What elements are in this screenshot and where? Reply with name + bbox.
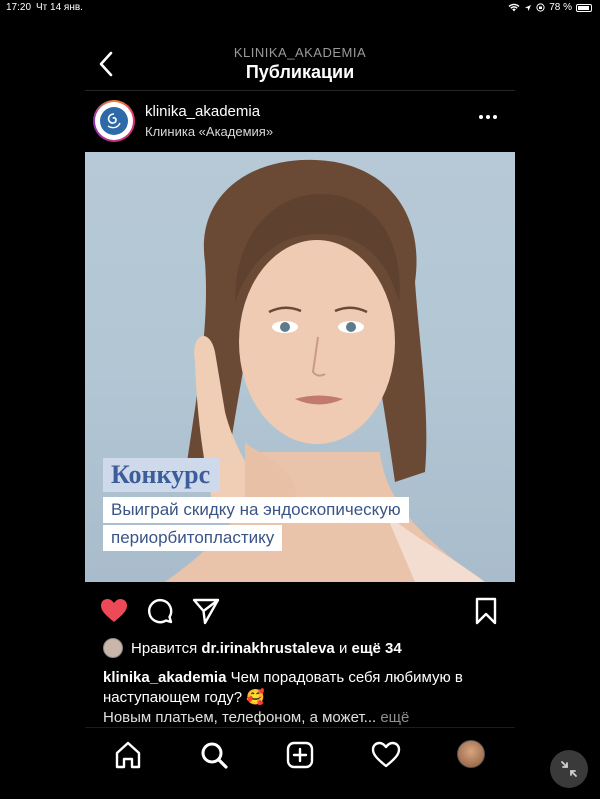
heart-icon[interactable] xyxy=(371,740,401,770)
heart-filled-icon[interactable] xyxy=(99,596,129,626)
page-title: Публикации xyxy=(245,62,355,82)
location-icon xyxy=(525,4,532,11)
banner-line-1: Выиграй скидку на эндоскопическую xyxy=(103,497,409,523)
status-indicators: 78 % xyxy=(508,2,592,13)
caption-username[interactable]: klinika_akademia xyxy=(103,669,226,686)
status-time: 17:20 xyxy=(6,2,32,13)
more-link[interactable]: ещё xyxy=(380,709,409,726)
likes-others[interactable]: ещё 34 xyxy=(352,640,402,657)
post-image[interactable]: Конкурс Выиграй скидку на эндоскопическу… xyxy=(85,152,515,582)
home-icon[interactable] xyxy=(113,740,143,770)
avatar[interactable] xyxy=(93,100,135,142)
post-location[interactable]: Клиника «Академия» xyxy=(145,124,273,139)
post-header: klinika_akademia Клиника «Академия» xyxy=(85,96,515,152)
send-icon[interactable] xyxy=(191,596,221,626)
wifi-icon xyxy=(508,3,520,12)
likes-text: Нравится dr.irinakhrustaleva и ещё 34 xyxy=(131,639,402,657)
status-date: Чт 14 янв. xyxy=(36,2,83,13)
liker-avatar xyxy=(103,638,123,658)
post-actions xyxy=(85,592,515,628)
header-divider xyxy=(85,90,515,91)
banner-title: Конкурс xyxy=(103,458,221,492)
battery-icon xyxy=(576,3,592,12)
caption-more-text: Новым платьем, телефоном, а может... xyxy=(103,709,377,726)
status-bar: 17:20 Чт 14 янв. 78 % xyxy=(0,0,600,16)
profile-tab[interactable] xyxy=(457,740,487,770)
profile-avatar xyxy=(457,740,485,768)
tabbar-divider xyxy=(85,727,515,728)
liker-username[interactable]: dr.irinakhrustaleva xyxy=(201,640,334,657)
add-post-icon[interactable] xyxy=(285,740,315,770)
top-nav: KLINIKA_AKADEMIA Публикации xyxy=(85,30,515,90)
likes-summary[interactable]: Нравится dr.irinakhrustaleva и ещё 34 xyxy=(103,638,402,658)
bottom-tab-bar xyxy=(85,730,515,778)
battery-percent: 78 % xyxy=(549,2,572,13)
clinic-logo-icon xyxy=(100,107,128,135)
instagram-window: KLINIKA_AKADEMIA Публикации klinika_akad… xyxy=(85,30,515,770)
ellipsis-icon[interactable] xyxy=(479,112,501,122)
post-username[interactable]: klinika_akademia xyxy=(145,103,260,120)
post-caption: klinika_akademia Чем порадовать себя люб… xyxy=(103,668,503,708)
collapse-arrows-icon[interactable] xyxy=(550,750,588,788)
banner-line-2: периорбитопластику xyxy=(103,525,283,551)
account-name: KLINIKA_AKADEMIA xyxy=(233,45,367,60)
caption-continued: Новым платьем, телефоном, а может... ещё xyxy=(103,708,503,728)
search-icon[interactable] xyxy=(199,740,229,770)
rotation-lock-icon xyxy=(536,3,545,12)
bookmark-icon[interactable] xyxy=(471,596,501,626)
comment-icon[interactable] xyxy=(145,596,175,626)
